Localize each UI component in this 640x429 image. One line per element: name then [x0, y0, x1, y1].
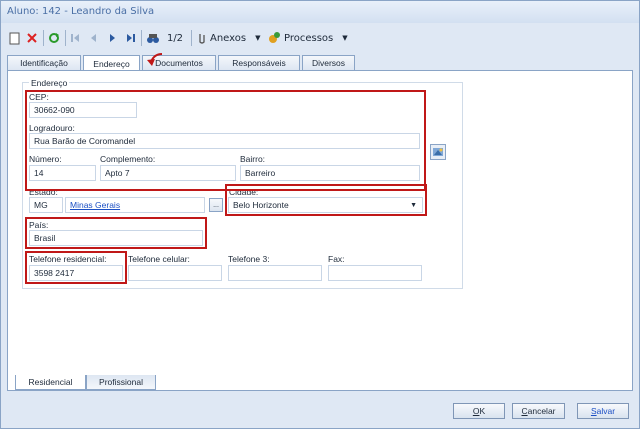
- bairro-field[interactable]: Barreiro: [240, 165, 420, 181]
- bairro-label: Bairro:: [240, 154, 266, 164]
- logradouro-field[interactable]: Rua Barão de Coromandel: [29, 133, 420, 149]
- fax-field[interactable]: [328, 265, 422, 281]
- cidade-label: Cidade:: [229, 187, 259, 197]
- binoculars-icon[interactable]: [145, 30, 161, 46]
- save-button[interactable]: Salvar: [577, 403, 629, 419]
- processos-menu[interactable]: Processos ▼: [267, 29, 348, 47]
- tab-endereco[interactable]: Endereço: [83, 55, 140, 71]
- toolbar-separator: [65, 30, 66, 46]
- anexos-menu[interactable]: Anexos ▼: [197, 29, 260, 47]
- complemento-field[interactable]: Apto 7: [100, 165, 236, 181]
- first-icon[interactable]: [69, 30, 81, 46]
- chevron-down-icon: ▼: [342, 34, 348, 42]
- logradouro-label: Logradouro:: [29, 123, 75, 133]
- chevron-down-icon: ▼: [255, 34, 261, 42]
- telefone-residencial-field[interactable]: 3598 2417: [29, 265, 123, 281]
- record-counter: 1/2: [166, 32, 184, 44]
- tab-identificacao[interactable]: Identificação: [7, 55, 81, 70]
- toolbar: 1/2 Anexos ▼ Processos ▼: [3, 27, 637, 49]
- estado-name-field[interactable]: Minas Gerais: [65, 197, 205, 213]
- paperclip-icon: [199, 33, 205, 44]
- pais-label: País:: [29, 220, 49, 230]
- save-button-label: Salvar: [590, 406, 616, 416]
- toolbar-separator: [141, 30, 142, 46]
- cancel-button[interactable]: Cancelar: [512, 403, 565, 419]
- toolbar-separator: [191, 30, 192, 46]
- new-icon[interactable]: [7, 30, 21, 46]
- processos-icon: [269, 32, 280, 43]
- fax-label: Fax:: [328, 254, 345, 264]
- complemento-label: Complemento:: [100, 154, 156, 164]
- next-icon[interactable]: [107, 30, 119, 46]
- group-title: Endereço: [29, 78, 70, 88]
- tab-responsaveis[interactable]: Responsáveis: [218, 55, 300, 70]
- estado-code-field[interactable]: MG: [29, 197, 63, 213]
- telefone-3-label: Telefone 3:: [228, 254, 270, 264]
- tab-diversos[interactable]: Diversos: [302, 55, 355, 70]
- numero-label: Número:: [29, 154, 62, 164]
- ok-button[interactable]: OK: [453, 403, 505, 419]
- map-icon[interactable]: [430, 144, 446, 160]
- telefone-celular-label: Telefone celular:: [128, 254, 190, 264]
- estado-label: Estado:: [29, 187, 58, 197]
- telefone-3-field[interactable]: [228, 265, 322, 281]
- previous-icon[interactable]: [87, 30, 99, 46]
- telefone-celular-field[interactable]: [128, 265, 222, 281]
- window-title: Aluno: 142 - Leandro da Silva: [7, 6, 155, 17]
- cep-label: CEP:: [29, 92, 49, 102]
- processos-label: Processos: [284, 32, 334, 44]
- cep-field[interactable]: 30662-090: [29, 102, 137, 118]
- tab-profissional[interactable]: Profissional: [86, 375, 156, 390]
- delete-icon[interactable]: [25, 30, 39, 46]
- estado-name-link[interactable]: Minas Gerais: [70, 200, 120, 210]
- ok-button-label: OK: [472, 406, 486, 416]
- tab-residencial[interactable]: Residencial: [15, 375, 86, 390]
- title-bar: Aluno: 142 - Leandro da Silva: [1, 1, 639, 23]
- cidade-select[interactable]: Belo Horizonte ▼: [228, 197, 423, 213]
- refresh-icon[interactable]: [47, 30, 61, 46]
- last-icon[interactable]: [125, 30, 137, 46]
- telefone-residencial-label: Telefone residencial:: [29, 254, 107, 264]
- numero-field[interactable]: 14: [29, 165, 96, 181]
- pais-field[interactable]: Brasil: [29, 230, 203, 246]
- dropdown-arrow-icon: ▼: [410, 202, 417, 209]
- anexos-label: Anexos: [210, 32, 247, 44]
- toolbar-separator: [43, 30, 44, 46]
- dialog-window: Aluno: 142 - Leandro da Silva 1/2 Anexos…: [0, 0, 640, 429]
- endereco-group: Endereço CEP: 30662-090 Logradouro: Rua …: [22, 78, 463, 289]
- estado-browse-button[interactable]: ...: [209, 198, 223, 212]
- cidade-value: Belo Horizonte: [233, 200, 289, 210]
- arrow-annotation-icon: [147, 53, 163, 66]
- cancel-button-label: Cancelar: [521, 406, 556, 416]
- tab-content: Endereço CEP: 30662-090 Logradouro: Rua …: [7, 70, 633, 391]
